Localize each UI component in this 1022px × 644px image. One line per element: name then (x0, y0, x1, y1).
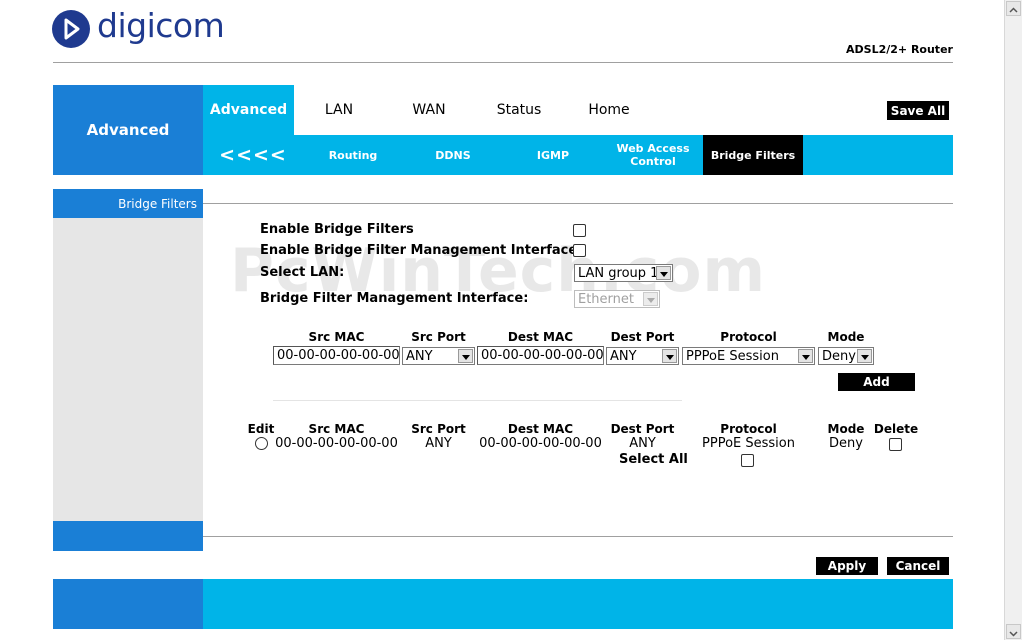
content-bottom-divider (203, 536, 953, 537)
dest-port-dropdown[interactable]: ANY (606, 347, 679, 365)
row-src-port: ANY (425, 436, 452, 451)
tab-status[interactable]: Status (474, 85, 564, 135)
tab-home[interactable]: Home (564, 85, 654, 135)
cancel-button[interactable]: Cancel (887, 557, 949, 575)
tab-advanced[interactable]: Advanced (203, 85, 294, 135)
table-header-dest-mac: Dest MAC (507, 422, 574, 436)
arrow-up-icon (1009, 7, 1018, 13)
enable-mgmt-interface-checkbox[interactable] (573, 244, 586, 257)
chevron-down-icon (798, 349, 813, 363)
arrow-down-icon (1009, 631, 1018, 637)
enable-mgmt-interface-label: Enable Bridge Filter Management Interfac… (260, 243, 578, 258)
src-mac-input[interactable]: 00-00-00-00-00-00 (273, 346, 400, 365)
entry-header-protocol: Protocol (720, 330, 777, 344)
row-mode: Deny (829, 436, 863, 451)
entry-header-src-port: Src Port (411, 330, 466, 344)
select-lan-value: LAN group 1 (578, 266, 659, 281)
content-top-divider (203, 203, 953, 204)
row-dest-port: ANY (629, 436, 656, 451)
select-all-label: Select All (619, 452, 688, 467)
subtab-ddns[interactable]: DDNS (403, 135, 503, 175)
chevron-down-icon (643, 292, 658, 306)
mode-dropdown[interactable]: Deny (818, 347, 874, 365)
chevron-down-icon (662, 349, 677, 363)
chevron-down-icon (656, 266, 671, 280)
mgmt-interface-label: Bridge Filter Management Interface: (260, 291, 529, 306)
tab-wan[interactable]: WAN (384, 85, 474, 135)
footer-left-bar (53, 579, 203, 629)
subtab-routing[interactable]: Routing (303, 135, 403, 175)
row-src-mac: 00-00-00-00-00-00 (275, 436, 398, 451)
save-all-button[interactable]: Save All (887, 101, 949, 120)
mgmt-interface-value: Ethernet (578, 292, 634, 307)
sidebar-item-bridge-filters[interactable]: Bridge Filters (53, 189, 203, 218)
mgmt-interface-dropdown[interactable]: Ethernet (574, 290, 660, 308)
footer-right-bar (203, 579, 953, 629)
dest-mac-input[interactable]: 00-00-00-00-00-00 (477, 346, 604, 365)
enable-bridge-filters-label: Enable Bridge Filters (260, 222, 414, 237)
product-name: ADSL2/2+ Router (846, 43, 953, 56)
protocol-value: PPPoE Session (686, 349, 779, 364)
table-header-protocol: Protocol (720, 422, 777, 436)
section-title: Advanced (53, 85, 203, 175)
table-header-delete: Delete (873, 422, 919, 436)
scroll-up-button[interactable] (1006, 1, 1021, 16)
chevron-down-icon (458, 349, 473, 363)
tab-lan[interactable]: LAN (294, 85, 384, 135)
entry-divider (273, 400, 682, 401)
select-lan-label: Select LAN: (260, 265, 345, 280)
logo-play-icon (64, 18, 80, 40)
sidebar-body (53, 218, 203, 521)
entry-header-dest-port: Dest Port (610, 330, 675, 344)
mode-value: Deny (822, 349, 856, 364)
table-header-src-mac: Src MAC (308, 422, 365, 436)
scroll-down-button[interactable] (1006, 624, 1021, 639)
edit-radio[interactable] (255, 437, 268, 450)
protocol-dropdown[interactable]: PPPoE Session (682, 347, 815, 365)
src-port-value: ANY (406, 349, 433, 364)
chevron-down-icon (857, 349, 872, 363)
dest-port-value: ANY (610, 349, 637, 364)
entry-header-dest-mac: Dest MAC (507, 330, 574, 344)
table-header-src-port: Src Port (411, 422, 466, 436)
logo-text: digicom (97, 6, 225, 45)
enable-bridge-filters-checkbox[interactable] (573, 224, 586, 237)
sidebar-bottom (53, 521, 203, 551)
src-port-dropdown[interactable]: ANY (402, 347, 475, 365)
row-protocol: PPPoE Session (702, 436, 795, 451)
table-header-dest-port: Dest Port (610, 422, 675, 436)
table-header-mode: Mode (827, 422, 865, 436)
select-all-checkbox[interactable] (741, 454, 754, 467)
row-delete-checkbox[interactable] (889, 438, 902, 451)
select-lan-dropdown[interactable]: LAN group 1 (574, 264, 673, 282)
subtab-igmp[interactable]: IGMP (503, 135, 603, 175)
back-button[interactable]: <<<< (203, 135, 303, 175)
header-divider (53, 62, 953, 63)
apply-button[interactable]: Apply (816, 557, 878, 575)
subtab-bridge-filters[interactable]: Bridge Filters (703, 135, 803, 175)
entry-header-mode: Mode (827, 330, 865, 344)
entry-header-src-mac: Src MAC (308, 330, 365, 344)
sub-navigation: <<<< Routing DDNS IGMP Web Access Contro… (203, 135, 953, 175)
subtab-web-access-control[interactable]: Web Access Control (603, 135, 703, 175)
add-button[interactable]: Add (838, 373, 915, 391)
row-dest-mac: 00-00-00-00-00-00 (479, 436, 602, 451)
vertical-scrollbar[interactable] (1004, 0, 1022, 640)
logo-mark (52, 10, 90, 48)
